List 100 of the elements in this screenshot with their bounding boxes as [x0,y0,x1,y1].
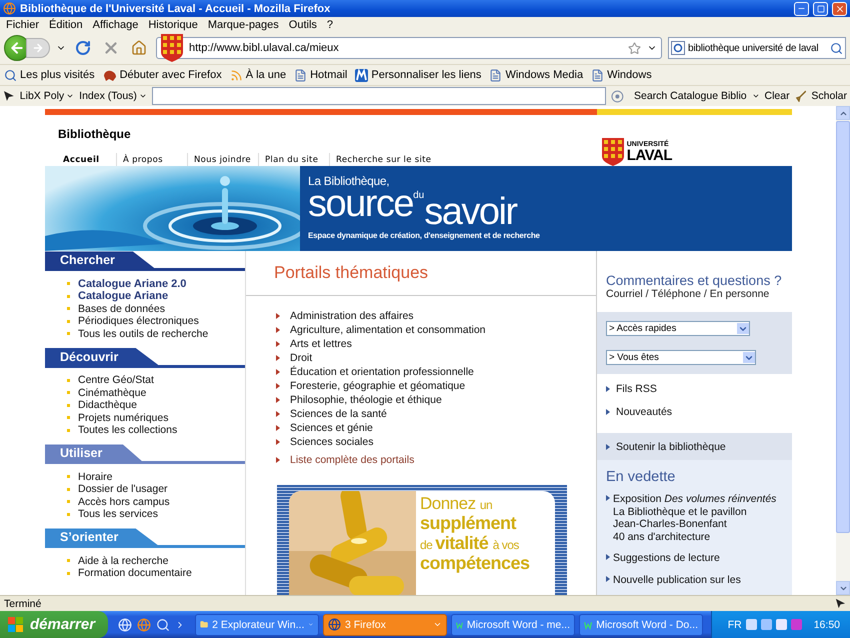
nav-tab[interactable]: Accueil [45,153,116,166]
bullet-icon [276,382,280,389]
portal-link[interactable]: Agriculture, alimentation et consommation [290,324,486,336]
portal-link[interactable]: Droit [290,352,312,364]
bullet-icon [67,416,70,420]
nav-link[interactable]: Centre Géo/Stat [78,374,154,386]
portal-link[interactable]: Éducation et orientation professionnelle [290,366,474,378]
scholar-button[interactable]: Scholar [811,90,847,102]
nav-link[interactable]: Périodiques électroniques [78,315,199,328]
tray-icon[interactable] [776,619,787,630]
portal-link[interactable]: Arts et lettres [290,338,352,350]
taskbar-button[interactable]: Microsoft Word - me... [451,614,575,636]
banner-word: savoir [424,196,517,229]
search-field[interactable]: bibliothèque université de laval [668,37,846,60]
nav-link[interactable]: Formation documentaire [78,567,192,580]
feedback-title[interactable]: Commentaires et questions ? [606,273,792,288]
bookmark-link[interactable]: À la une [230,68,286,82]
nav-link[interactable]: Toutes les collections [78,424,178,436]
globe-icon[interactable] [118,618,132,632]
language-indicator[interactable]: FR [728,618,742,630]
scroll-down-button[interactable] [836,581,850,596]
portal-link[interactable]: Sciences et génie [290,422,373,434]
scrollbar[interactable] [836,106,850,596]
bookmark-link[interactable]: Windows [591,68,652,82]
page-icon [294,68,308,82]
portal-link[interactable]: Administration des affaires [290,310,414,322]
bullet-icon [606,386,610,392]
feedback-subtitle: Courriel / Téléphone / En personne [606,288,770,300]
scroll-thumb[interactable] [836,121,850,534]
bullet-icon [276,326,280,333]
scope-menu[interactable]: Index (Tous) [79,90,147,102]
menu-item[interactable]: Marque-pages [208,19,279,32]
bookmark-link[interactable]: Hotmail [294,68,348,82]
tray-icon[interactable] [746,619,757,630]
menu-item[interactable]: Édition [49,19,83,32]
bookmark-link[interactable]: Personnaliser les liens [355,68,482,82]
featured-link[interactable]: Nouvelle publication sur les [613,574,741,586]
nav-link[interactable]: Aide à la recherche [78,554,168,567]
all-portals-link[interactable]: Liste complète des portails [290,454,414,466]
menu-item[interactable]: Outils [288,19,317,32]
nav-link[interactable]: Catalogue Ariane [78,290,168,302]
search-icon[interactable] [156,618,170,632]
support-link[interactable]: Soutenir la bibliothèque [616,440,726,453]
search-icon[interactable] [830,42,843,55]
dropdown[interactable]: > Vous êtes [606,350,756,366]
menu-item[interactable]: Affichage [92,19,138,32]
engine-icon[interactable] [671,41,685,56]
portal-link[interactable]: Sciences de la santé [290,408,387,420]
portal-link[interactable]: Foresterie, géographie et géomatique [290,380,466,392]
side-link[interactable]: Nouveautés [616,406,672,418]
bookmark-link[interactable]: Windows Media [489,68,584,82]
nav-link[interactable]: Didacthèque [78,399,137,412]
logo-icon [355,68,368,82]
menu-item[interactable]: ? [326,19,334,32]
menu-item[interactable]: Fichier [6,19,40,32]
nav-link[interactable]: Tous les services [78,508,158,520]
featured-link[interactable]: Exposition Des volumes réinventés La Bibliothèque et le pavillon Jean-Charles-Bonenfant 40 ans d'architecture [613,493,776,544]
close-button[interactable] [832,2,847,16]
ad-slogan: Donnez un supplément de vitalité à vos compétences [419,493,530,575]
star-icon[interactable] [628,42,641,55]
taskbar-button[interactable]: Microsoft Word - Do... [579,614,703,636]
nav-link[interactable]: Dossier de l'usager [78,483,168,496]
bullet-icon [67,475,70,478]
nav-link[interactable]: Tous les outils de recherche [78,328,208,340]
search-text: bibliothèque université de laval [688,42,820,54]
maximize-icon [816,4,824,13]
dropdown[interactable]: > Accès rapides [606,321,750,336]
portal-link[interactable]: Philosophie, théologie et éthique [290,394,442,406]
bullet-icon [67,378,70,382]
nav-link[interactable]: Horaire [78,470,112,483]
broom-icon [794,90,806,102]
target-icon[interactable] [611,90,624,103]
edition-menu[interactable]: LibX Poly [20,90,74,102]
scroll-up-button[interactable] [836,106,850,120]
bookmark-link[interactable]: Les plus visités [4,68,95,82]
nav-link[interactable]: Projets numériques [78,412,168,424]
clock: 16:50 [814,618,840,630]
clear-button[interactable]: Clear [764,90,790,102]
section-title: Portails thématiques [274,263,428,284]
nav-link[interactable]: Cinémathèque [78,386,146,399]
caret-icon[interactable] [752,92,760,100]
bookmark-link[interactable]: Débuter avec Firefox [102,68,222,82]
bullet-icon [67,307,70,310]
minimize-button[interactable] [794,2,809,16]
nav-link[interactable]: Bases de données [78,302,165,315]
search-catalogue-button[interactable]: Search Catalogue Biblio [634,90,747,102]
featured-link[interactable]: Suggestions de lecture [613,552,720,565]
section-header: Utiliser [45,444,142,462]
start-button[interactable]: démarrer [0,611,108,638]
menu-item[interactable]: Historique [148,19,198,32]
portal-link[interactable]: Sciences sociales [290,436,374,448]
nav-link[interactable]: Accès hors campus [78,496,170,508]
taskbar-button[interactable]: 2 Explorateur Win... [195,614,319,636]
page-icon [591,68,604,82]
libx-search-field[interactable] [152,87,606,106]
status-text: Terminé [4,598,42,610]
address-field[interactable]: http://www.bibl.ulaval.ca/mieux [156,37,662,60]
maximize-button[interactable] [813,2,828,16]
side-link[interactable]: Fils RSS [616,382,657,395]
nav-link[interactable]: Catalogue Ariane 2.0 [78,278,186,290]
